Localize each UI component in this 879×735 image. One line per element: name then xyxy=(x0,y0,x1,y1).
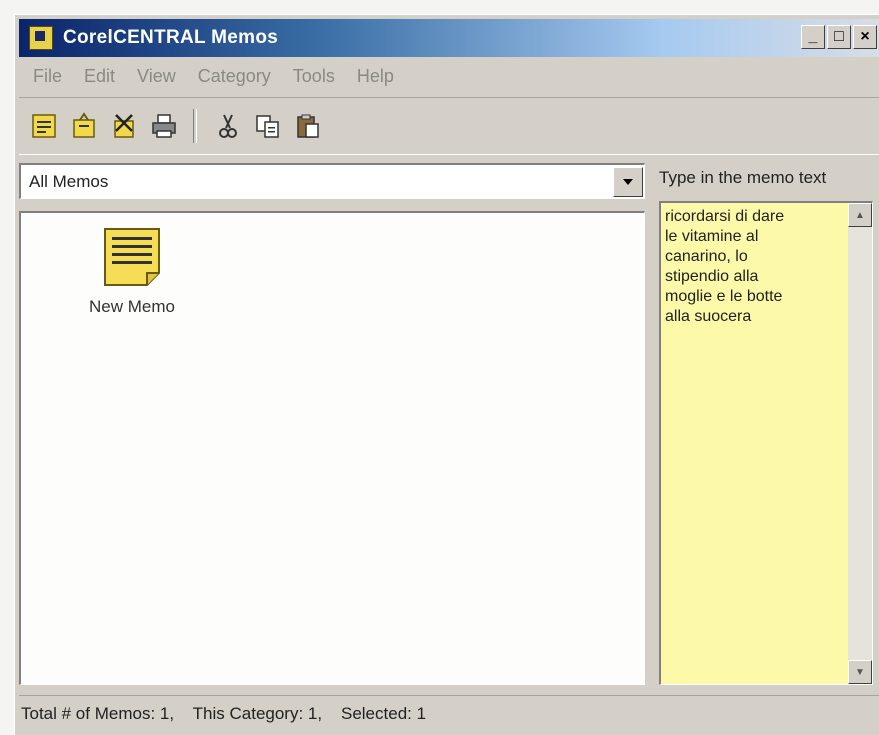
new-memo-button[interactable] xyxy=(27,109,61,143)
menu-bar: File Edit View Category Tools Help xyxy=(19,61,879,91)
status-text: Total # of Memos: 1, This Category: 1, S… xyxy=(21,704,427,723)
maximize-button[interactable]: □ xyxy=(827,25,851,49)
memo-scrollbar[interactable]: ▲ ▼ xyxy=(848,203,872,684)
memo-item-label: New Memo xyxy=(89,297,175,316)
minimize-button[interactable]: _ xyxy=(801,25,825,49)
dropdown-arrow-button[interactable] xyxy=(613,166,643,197)
memo-list-pane: All Memos New Memo xyxy=(19,163,645,685)
memo-list[interactable]: New Memo xyxy=(19,211,645,685)
category-dropdown[interactable]: All Memos xyxy=(19,163,645,199)
menu-category[interactable]: Category xyxy=(198,66,271,87)
cut-button[interactable] xyxy=(211,109,245,143)
category-dropdown-value: All Memos xyxy=(29,171,109,191)
menu-file[interactable]: File xyxy=(33,66,62,87)
delete-icon xyxy=(114,114,134,138)
app-icon[interactable] xyxy=(29,26,53,50)
copy-button[interactable] xyxy=(251,109,285,143)
menu-help[interactable]: Help xyxy=(357,66,394,87)
window-controls: _ □ × xyxy=(801,25,877,49)
menu-edit[interactable]: Edit xyxy=(84,66,115,87)
paste-button[interactable] xyxy=(291,109,325,143)
print-icon xyxy=(152,114,176,138)
memo-editor-hint: Type in the memo text xyxy=(659,168,827,187)
new-memo-icon xyxy=(32,114,56,138)
print-button[interactable] xyxy=(147,109,181,143)
memo-icon xyxy=(104,228,160,286)
memo-text-content: ricordarsi di dare le vitamine al canari… xyxy=(665,208,785,325)
delete-button[interactable] xyxy=(107,109,141,143)
memo-text-area[interactable]: ricordarsi di dare le vitamine al canari… xyxy=(659,201,873,685)
app-window: CorelCENTRAL Memos _ □ × File Edit View … xyxy=(14,14,879,735)
toolbar xyxy=(19,97,879,155)
scroll-up-button[interactable]: ▲ xyxy=(848,203,872,227)
cut-icon xyxy=(219,114,237,138)
open-icon xyxy=(73,112,95,138)
scroll-down-button[interactable]: ▼ xyxy=(848,660,872,684)
paste-icon xyxy=(297,114,319,138)
close-button[interactable]: × xyxy=(853,25,877,49)
copy-icon xyxy=(256,115,279,138)
menu-tools[interactable]: Tools xyxy=(293,66,335,87)
menu-view[interactable]: View xyxy=(137,66,176,87)
memo-list-item[interactable]: New Memo xyxy=(67,227,197,317)
chevron-down-icon xyxy=(623,178,633,185)
toolbar-separator xyxy=(193,109,197,143)
title-bar[interactable]: CorelCENTRAL Memos _ □ × xyxy=(19,19,879,57)
memo-editor-pane: Type in the memo text ricordarsi di dare… xyxy=(653,163,879,685)
status-bar: Total # of Memos: 1, This Category: 1, S… xyxy=(19,695,879,732)
open-button[interactable] xyxy=(67,109,101,143)
window-title: CorelCENTRAL Memos xyxy=(63,27,279,48)
